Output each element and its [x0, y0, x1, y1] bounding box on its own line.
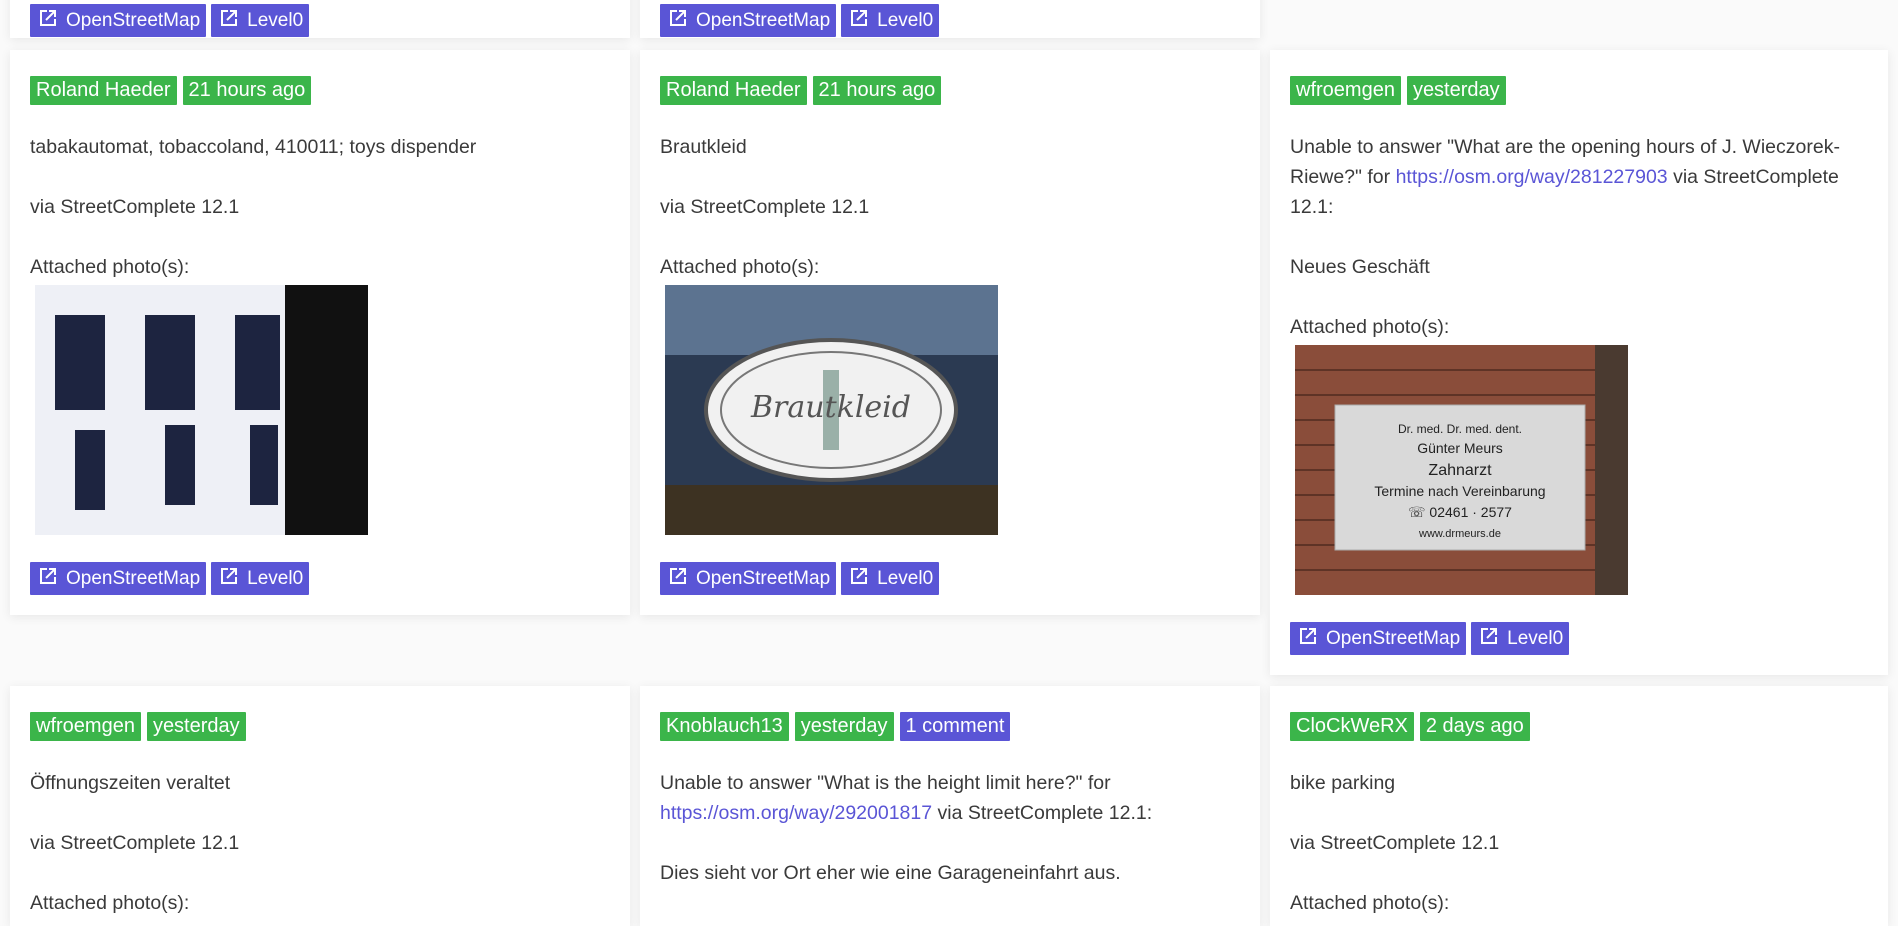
attached-photo[interactable] [35, 285, 368, 535]
time-badge: 2 days ago [1419, 712, 1530, 741]
level0-button[interactable]: Level0 [841, 4, 940, 37]
level0-button[interactable]: Level0 [841, 562, 940, 595]
attached-photo[interactable]: Dr. med. Dr. med. dent. Günter Meurs Zah… [1295, 345, 1628, 595]
note-text: Unable to answer "What is the height lim… [660, 772, 1153, 824]
user-badge[interactable]: Knoblauch13 [660, 712, 789, 741]
attached-label: Attached photo(s): [660, 256, 820, 278]
user-badge[interactable]: wfroemgen [1290, 76, 1401, 105]
note-card: wfroemgen yesterday Öffnungszeiten veral… [10, 686, 630, 926]
user-badge[interactable]: Roland Haeder [30, 76, 177, 105]
attached-label: Attached photo(s): [30, 256, 190, 278]
user-badge[interactable]: wfroemgen [30, 712, 141, 741]
openstreetmap-button[interactable]: OpenStreetMap [30, 562, 207, 595]
note-card-top-1: OpenStreetMap Level0 [10, 0, 630, 38]
via-text: via StreetComplete 12.1 [660, 196, 870, 218]
note-card: wfroemgen yesterday Unable to answer "Wh… [1270, 50, 1888, 675]
attached-photo[interactable]: Brautkleid [665, 285, 998, 535]
note-card: CloCkWeRX 2 days ago bike parking via St… [1270, 686, 1888, 926]
svg-text:☏ 02461 · 2577: ☏ 02461 · 2577 [1408, 504, 1512, 520]
openstreetmap-button[interactable]: OpenStreetMap [660, 562, 837, 595]
time-badge: yesterday [794, 712, 894, 741]
note-comment: Neues Geschäft [1290, 256, 1430, 278]
external-link-icon [217, 564, 241, 594]
note-text: Brautkleid [660, 136, 747, 158]
time-badge: yesterday [146, 712, 246, 741]
attached-label: Attached photo(s): [30, 892, 190, 914]
osm-way-link[interactable]: https://osm.org/way/292001817 [660, 802, 932, 824]
note-text: bike parking [1290, 772, 1396, 794]
note-comment: Dies sieht vor Ort eher wie eine Garagen… [660, 862, 1121, 884]
comments-badge[interactable]: 1 comment [899, 712, 1011, 741]
external-link-icon [36, 564, 60, 594]
external-link-icon [36, 6, 60, 36]
external-link-icon [666, 6, 690, 36]
svg-text:Günter Meurs: Günter Meurs [1417, 440, 1503, 456]
note-text: Öffnungszeiten veraltet [30, 772, 231, 794]
user-badge[interactable]: Roland Haeder [660, 76, 807, 105]
note-card: Knoblauch13 yesterday 1 comment Unable t… [640, 686, 1260, 926]
openstreetmap-button[interactable]: OpenStreetMap [1290, 622, 1467, 655]
external-link-icon [1477, 624, 1501, 654]
openstreetmap-button[interactable]: OpenStreetMap [660, 4, 837, 37]
osm-way-link[interactable]: https://osm.org/way/281227903 [1396, 166, 1668, 188]
svg-text:www.drmeurs.de: www.drmeurs.de [1418, 528, 1501, 540]
svg-text:Dr. med. Dr. med. dent.: Dr. med. Dr. med. dent. [1398, 422, 1522, 436]
attached-label: Attached photo(s): [1290, 892, 1450, 914]
openstreetmap-button[interactable]: OpenStreetMap [30, 4, 207, 37]
svg-text:Zahnarzt: Zahnarzt [1428, 462, 1492, 479]
user-badge[interactable]: CloCkWeRX [1290, 712, 1414, 741]
external-link-icon [847, 6, 871, 36]
note-text: tabakautomat, tobaccoland, 410011; toys … [30, 136, 477, 158]
note-card-top-2: OpenStreetMap Level0 [640, 0, 1260, 38]
external-link-icon [1296, 624, 1320, 654]
time-badge: 21 hours ago [182, 76, 312, 105]
svg-text:Termine nach Vereinbarung: Termine nach Vereinbarung [1374, 483, 1545, 499]
external-link-icon [666, 564, 690, 594]
via-text: via StreetComplete 12.1 [30, 832, 240, 854]
via-text: via StreetComplete 12.1 [30, 196, 240, 218]
time-badge: 21 hours ago [812, 76, 942, 105]
level0-button[interactable]: Level0 [211, 4, 310, 37]
note-text: Unable to answer "What are the opening h… [1290, 136, 1840, 218]
note-card: Roland Haeder 21 hours ago tabakautomat,… [10, 50, 630, 615]
sign-text: Brautkleid [750, 390, 911, 425]
attached-label: Attached photo(s): [1290, 316, 1450, 338]
time-badge: yesterday [1406, 76, 1506, 105]
external-link-icon [847, 564, 871, 594]
via-text: via StreetComplete 12.1 [1290, 832, 1500, 854]
external-link-icon [217, 6, 241, 36]
level0-button[interactable]: Level0 [211, 562, 310, 595]
note-card: Roland Haeder 21 hours ago Brautkleid vi… [640, 50, 1260, 615]
level0-button[interactable]: Level0 [1471, 622, 1570, 655]
